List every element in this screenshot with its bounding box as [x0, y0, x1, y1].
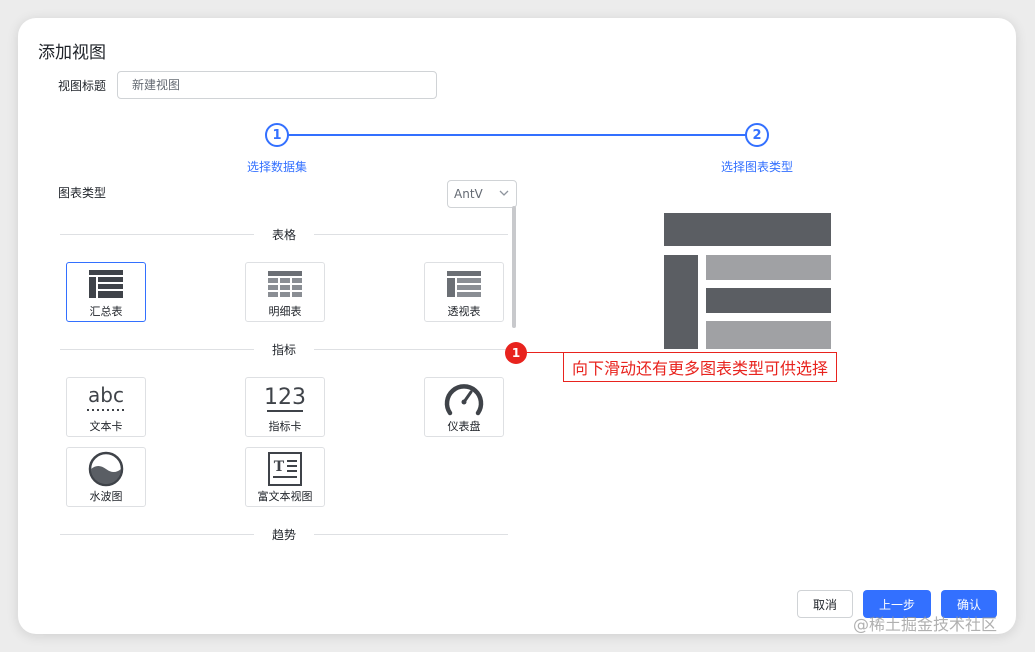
- gauge-icon: [444, 383, 484, 416]
- chart-tile-label: 明细表: [268, 305, 302, 318]
- pivot-table-icon: [447, 268, 481, 300]
- detail-table-icon: [268, 268, 302, 300]
- chart-tile-gauge[interactable]: 仪表盘: [424, 377, 504, 437]
- annotation-callout: 向下滑动还有更多图表类型可供选择: [563, 352, 838, 382]
- chart-tile-detail-table[interactable]: 明细表: [245, 262, 325, 322]
- section-title-table: 表格: [272, 227, 297, 242]
- add-view-dialog: 添加视图 视图标题 1 选择数据集 2 选择图表类型 图表类型 AntV 表格: [18, 18, 1016, 634]
- chart-tile-liquid[interactable]: 水波图: [66, 447, 146, 507]
- annotation-connector: [527, 352, 567, 353]
- chart-tile-summary-table[interactable]: 汇总表: [66, 262, 146, 322]
- text-card-icon: abc: [84, 383, 128, 415]
- svg-text:123: 123: [264, 385, 306, 410]
- view-title-label: 视图标题: [58, 79, 107, 93]
- svg-text:T: T: [274, 459, 285, 475]
- summary-table-preview-icon: [664, 213, 831, 349]
- step-2-indicator: 2: [745, 123, 769, 147]
- chart-tile-label: 仪表盘: [447, 420, 481, 433]
- chevron-down-icon: [498, 187, 510, 202]
- chart-tile-label: 指标卡: [268, 420, 302, 433]
- dialog-title: 添加视图: [38, 43, 106, 63]
- chart-tile-pivot-table[interactable]: 透视表: [424, 262, 504, 322]
- section-divider-table: 表格: [60, 227, 509, 242]
- chart-tile-label: 汇总表: [89, 305, 123, 318]
- rich-text-icon: T: [268, 452, 302, 486]
- watermark: @稀土掘金技术社区: [853, 615, 998, 634]
- step-1-indicator: 1: [265, 123, 289, 147]
- chart-tile-indicator-card[interactable]: 123 指标卡: [245, 377, 325, 437]
- summary-table-icon: [89, 268, 123, 300]
- chart-tile-label: 文本卡: [89, 420, 123, 433]
- annotation-badge: 1: [505, 342, 527, 364]
- step-1-label: 选择数据集: [247, 160, 308, 174]
- chart-library-value: AntV: [454, 187, 483, 201]
- liquid-icon: [88, 451, 124, 487]
- cancel-button[interactable]: 取消: [797, 590, 853, 618]
- chart-tile-rich-text[interactable]: T 富文本视图: [245, 447, 325, 507]
- chart-tile-label: 透视表: [447, 305, 481, 318]
- chart-tile-text-card[interactable]: abc 文本卡: [66, 377, 146, 437]
- indicator-card-icon: 123: [263, 383, 307, 415]
- svg-text:abc: abc: [88, 383, 124, 407]
- chart-preview: [664, 213, 832, 353]
- section-title-trend: 趋势: [272, 527, 297, 542]
- view-title-input[interactable]: [117, 71, 437, 99]
- chart-tile-label: 富文本视图: [257, 490, 313, 503]
- chart-type-list: 表格 汇总表 明细表 透视表 指标 abc 文本卡 123 指标卡 仪表盘 水波…: [58, 210, 520, 560]
- section-divider-indicator: 指标: [60, 342, 509, 357]
- step-connector: [288, 134, 746, 136]
- section-divider-trend: 趋势: [60, 527, 509, 542]
- chart-type-label: 图表类型: [58, 186, 107, 200]
- chart-tile-label: 水波图: [89, 490, 123, 503]
- step-2-label: 选择图表类型: [721, 160, 794, 174]
- chart-library-select[interactable]: AntV: [447, 180, 517, 208]
- section-title-indicator: 指标: [272, 342, 297, 357]
